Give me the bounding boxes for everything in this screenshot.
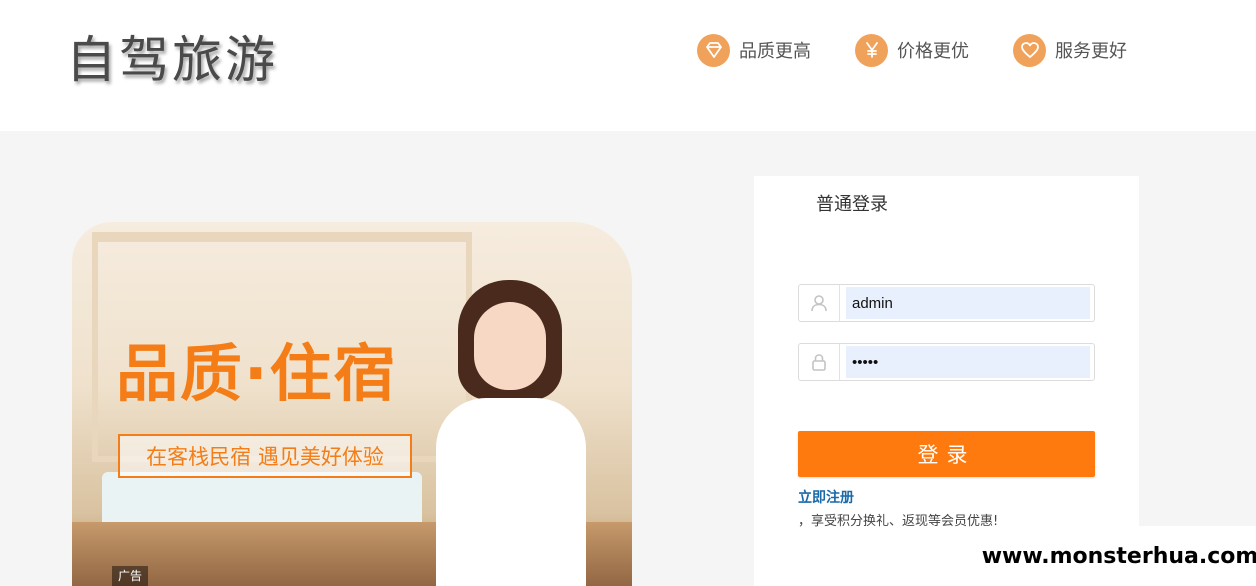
user-icon: [799, 285, 840, 321]
username-field: [798, 284, 1095, 322]
banner-title: 品质·住宿: [116, 337, 398, 410]
model-body: [436, 398, 586, 586]
password-input[interactable]: [846, 346, 1090, 378]
ad-tag: 广告: [112, 566, 149, 586]
feature-list: 品质更高 价格更优 服务更好: [697, 33, 1127, 67]
feature-label: 价格更优: [897, 41, 969, 62]
feature-price: 价格更优: [855, 33, 969, 67]
heart-icon: [1013, 33, 1046, 67]
banner-subtitle-box: 在客栈民宿 遇见美好体验: [118, 434, 412, 478]
login-panel: 普通登录 登录 立即注册 ，享受积分换礼、返现等会员优惠!: [754, 176, 1139, 586]
tab-normal-login[interactable]: 普通登录: [816, 190, 888, 216]
site-logo[interactable]: 自驾旅游: [66, 30, 278, 90]
username-input[interactable]: [846, 287, 1090, 319]
login-button[interactable]: 登录: [798, 431, 1095, 477]
diamond-icon: [697, 33, 730, 67]
feature-label: 服务更好: [1055, 41, 1127, 62]
password-field: [798, 343, 1095, 381]
banner-subtitle: 在客栈民宿 遇见美好体验: [146, 445, 384, 469]
feature-label: 品质更高: [739, 41, 811, 62]
yen-icon: [855, 33, 888, 67]
register-link[interactable]: 立即注册: [798, 487, 854, 507]
site-header: 自驾旅游 品质更高 价格更优 服务更好: [0, 0, 1256, 131]
model-face: [474, 302, 546, 390]
banner-model-illustration: [430, 280, 600, 586]
register-note: ，享受积分换礼、返现等会员优惠!: [798, 514, 999, 529]
promo-banner[interactable]: 品质·住宿 在客栈民宿 遇见美好体验 广告: [72, 222, 632, 586]
feature-quality: 品质更高: [697, 33, 811, 67]
feature-service: 服务更好: [1013, 33, 1127, 67]
lock-icon: [799, 344, 840, 380]
watermark: www.monsterhua.com: [982, 526, 1256, 586]
